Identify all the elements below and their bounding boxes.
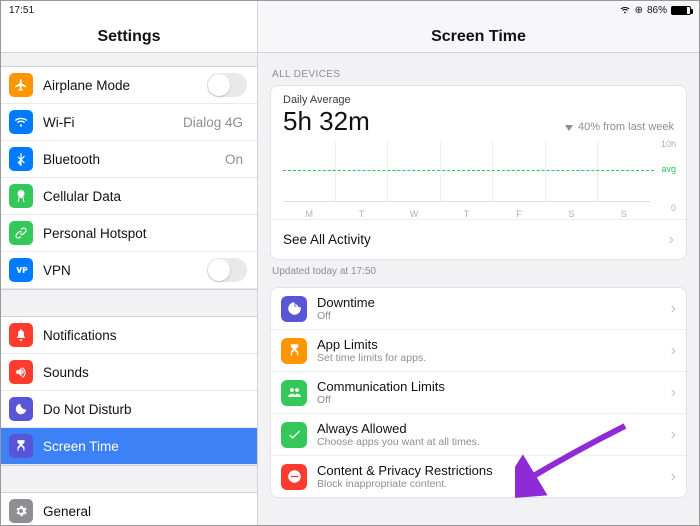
option-app-limits[interactable]: App LimitsSet time limits for apps.› (271, 329, 686, 371)
airplane-icon (9, 73, 33, 97)
sidebar-item-label: Cellular Data (43, 189, 247, 204)
sidebar-item-label: Airplane Mode (43, 78, 207, 93)
bluetooth-icon (9, 147, 33, 171)
toggle-switch[interactable] (207, 73, 247, 97)
row-value: On (225, 152, 243, 167)
sidebar-item-label: Notifications (43, 328, 247, 343)
antenna-icon (9, 184, 33, 208)
option-downtime[interactable]: DowntimeOff› (271, 288, 686, 329)
sidebar-item-label: Bluetooth (43, 152, 225, 167)
sidebar-item-vpn[interactable]: VPN (1, 252, 257, 289)
delta-from-last-week: 40% from last week (565, 121, 686, 133)
daily-avg-label: Daily Average (271, 86, 686, 106)
option-title: Content & Privacy Restrictions (317, 463, 671, 478)
option-subtitle: Off (317, 310, 671, 322)
option-title: Downtime (317, 295, 671, 310)
chevron-right-icon: › (671, 426, 676, 444)
sidebar-item-notifications[interactable]: Notifications (1, 317, 257, 354)
vpn-icon (9, 258, 33, 282)
all-devices-header: ALL DEVICES (272, 69, 685, 80)
people-icon (281, 380, 307, 406)
clock: 17:51 (9, 5, 34, 16)
sidebar-item-label: Sounds (43, 365, 247, 380)
options-card: DowntimeOff›App LimitsSet time limits fo… (270, 287, 687, 498)
sidebar-item-label: Do Not Disturb (43, 402, 247, 417)
chevron-right-icon: › (671, 468, 676, 486)
arrow-down-icon (565, 125, 573, 131)
y-max-label: 10h (661, 139, 676, 149)
rotation-lock-icon: ⊕ (635, 5, 643, 16)
option-communication-limits[interactable]: Communication LimitsOff› (271, 371, 686, 413)
option-always-allowed[interactable]: Always AllowedChoose apps you want at al… (271, 413, 686, 455)
option-subtitle: Off (317, 394, 671, 406)
chevron-right-icon: › (671, 300, 676, 318)
clock-crescent-icon (281, 296, 307, 322)
sidebar-item-wi-fi[interactable]: Wi-FiDialog 4G (1, 104, 257, 141)
link-icon (9, 221, 33, 245)
moon-icon (9, 397, 33, 421)
usage-card: Daily Average 5h 32m 40% from last week … (270, 85, 687, 260)
hourglass-icon (281, 338, 307, 364)
sidebar-item-sounds[interactable]: Sounds (1, 354, 257, 391)
sidebar-item-label: Wi-Fi (43, 115, 183, 130)
sidebar-item-label: Screen Time (43, 439, 247, 454)
toggle-switch[interactable] (207, 258, 247, 282)
option-subtitle: Choose apps you want at all times. (317, 436, 671, 448)
updated-note: Updated today at 17:50 (272, 266, 685, 277)
option-subtitle: Block inappropriate content. (317, 478, 671, 490)
battery-icon (671, 6, 691, 15)
y-min-label: 0 (671, 203, 676, 213)
sidebar-item-screen-time[interactable]: Screen Time (1, 428, 257, 465)
detail-pane: Screen Time ALL DEVICES Daily Average 5h… (258, 1, 699, 525)
sidebar-item-bluetooth[interactable]: BluetoothOn (1, 141, 257, 178)
battery-percent: 86% (647, 5, 667, 16)
sidebar-item-personal-hotspot[interactable]: Personal Hotspot (1, 215, 257, 252)
option-title: App Limits (317, 337, 671, 352)
sidebar: Settings Airplane ModeWi-FiDialog 4GBlue… (1, 1, 258, 525)
sidebar-item-airplane-mode[interactable]: Airplane Mode (1, 67, 257, 104)
option-title: Communication Limits (317, 379, 671, 394)
sidebar-item-do-not-disturb[interactable]: Do Not Disturb (1, 391, 257, 428)
sidebar-item-label: General (43, 504, 247, 519)
row-value: Dialog 4G (183, 115, 243, 130)
option-subtitle: Set time limits for apps. (317, 352, 671, 364)
chevron-right-icon: › (671, 342, 676, 360)
sidebar-item-general[interactable]: General (1, 493, 257, 525)
sidebar-item-label: VPN (43, 263, 207, 278)
gear-icon (9, 499, 33, 523)
status-bar: 17:51 ⊕ 86% (1, 1, 699, 19)
chevron-right-icon: › (671, 384, 676, 402)
sidebar-item-cellular-data[interactable]: Cellular Data (1, 178, 257, 215)
avg-label: avg (661, 164, 676, 174)
status-right: ⊕ 86% (619, 5, 691, 16)
see-all-activity[interactable]: See All Activity › (271, 219, 686, 259)
hourglass-icon (9, 434, 33, 458)
option-title: Always Allowed (317, 421, 671, 436)
speaker-icon (9, 360, 33, 384)
wifi-icon (619, 5, 631, 15)
sidebar-item-label: Personal Hotspot (43, 226, 247, 241)
chevron-right-icon: › (669, 231, 674, 249)
option-content-privacy-restrictions[interactable]: Content & Privacy RestrictionsBlock inap… (271, 455, 686, 497)
bell-icon (9, 323, 33, 347)
no-entry-icon (281, 464, 307, 490)
check-icon (281, 422, 307, 448)
screen-time-chart: 10h 0 avg MTWTFSS (271, 141, 686, 219)
wifi-icon (9, 110, 33, 134)
